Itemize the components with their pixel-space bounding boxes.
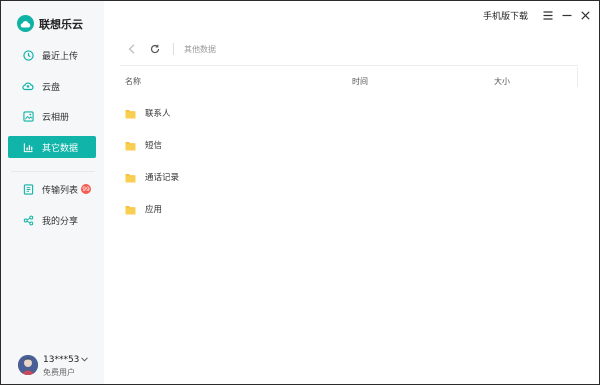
- mobile-download-link[interactable]: 手机版下载: [483, 9, 528, 22]
- menu-icon[interactable]: [538, 5, 557, 25]
- list-item[interactable]: 联系人: [125, 105, 171, 121]
- back-icon[interactable]: [125, 43, 137, 55]
- header-divider: [120, 65, 578, 66]
- clock-icon: [22, 49, 34, 61]
- minimize-icon[interactable]: [557, 5, 576, 25]
- sidebar-divider: [11, 171, 95, 172]
- share-icon: [22, 214, 34, 226]
- user-name-row: 13***53: [43, 355, 89, 365]
- folder-icon: [125, 200, 136, 219]
- app-window: 联想乐云 最近上传 云盘 云相册 其它数据 传输列表 99 我的分享 13***…: [0, 0, 600, 385]
- user-profile[interactable]: 13***53 免费用户: [18, 355, 89, 378]
- list-item[interactable]: 短信: [125, 137, 162, 153]
- column-header-time[interactable]: 时间: [352, 76, 368, 87]
- user-name: 13***53: [43, 355, 80, 365]
- title-bar: 手机版下载: [483, 1, 599, 29]
- sidebar-item-transfer-list[interactable]: 传输列表 99: [8, 178, 96, 200]
- folder-icon: [125, 168, 136, 187]
- list-item[interactable]: 通话记录: [125, 169, 179, 185]
- file-name: 短信: [145, 141, 163, 151]
- avatar: [18, 355, 38, 375]
- file-name: 联系人: [145, 109, 171, 119]
- list-item[interactable]: 应用: [125, 201, 162, 217]
- transfer-icon: [22, 183, 34, 195]
- cloud-icon: [22, 80, 34, 92]
- sidebar-item-recent-uploads[interactable]: 最近上传: [8, 44, 96, 66]
- sidebar-item-label: 云相册: [42, 112, 70, 123]
- toolbar: 其他数据: [125, 43, 216, 55]
- chevron-down-icon: [81, 355, 89, 365]
- sidebar-item-label: 最近上传: [42, 51, 79, 62]
- cloud-logo-icon: [17, 15, 34, 32]
- sidebar-item-cloud-disk[interactable]: 云盘: [8, 75, 96, 97]
- file-name: 通话记录: [145, 173, 180, 183]
- sidebar: 联想乐云 最近上传 云盘 云相册 其它数据 传输列表 99 我的分享 13***…: [1, 1, 104, 384]
- refresh-icon[interactable]: [149, 43, 161, 55]
- column-divider: [577, 67, 578, 87]
- toolbar-separator: [173, 43, 174, 55]
- app-name: 联想乐云: [39, 17, 83, 31]
- folder-icon: [125, 136, 136, 155]
- sidebar-item-my-shares[interactable]: 我的分享: [8, 209, 96, 231]
- sidebar-item-label: 我的分享: [42, 216, 79, 227]
- app-logo: 联想乐云: [17, 15, 83, 32]
- chart-icon: [22, 141, 34, 153]
- transfer-count-badge: 99: [81, 184, 92, 194]
- sidebar-item-cloud-album[interactable]: 云相册: [8, 105, 96, 127]
- sidebar-item-other-data[interactable]: 其它数据: [8, 136, 96, 158]
- sidebar-item-label: 其它数据: [42, 143, 79, 154]
- sidebar-item-label: 云盘: [42, 82, 61, 93]
- sidebar-item-label: 传输列表: [42, 185, 79, 196]
- file-name: 应用: [145, 205, 163, 215]
- column-header-size[interactable]: 大小: [494, 76, 510, 87]
- user-type: 免费用户: [43, 368, 75, 377]
- folder-icon: [125, 104, 136, 123]
- close-icon[interactable]: [576, 5, 595, 25]
- breadcrumb: 其他数据: [184, 44, 216, 54]
- image-icon: [22, 110, 34, 122]
- column-header-name[interactable]: 名称: [125, 76, 141, 87]
